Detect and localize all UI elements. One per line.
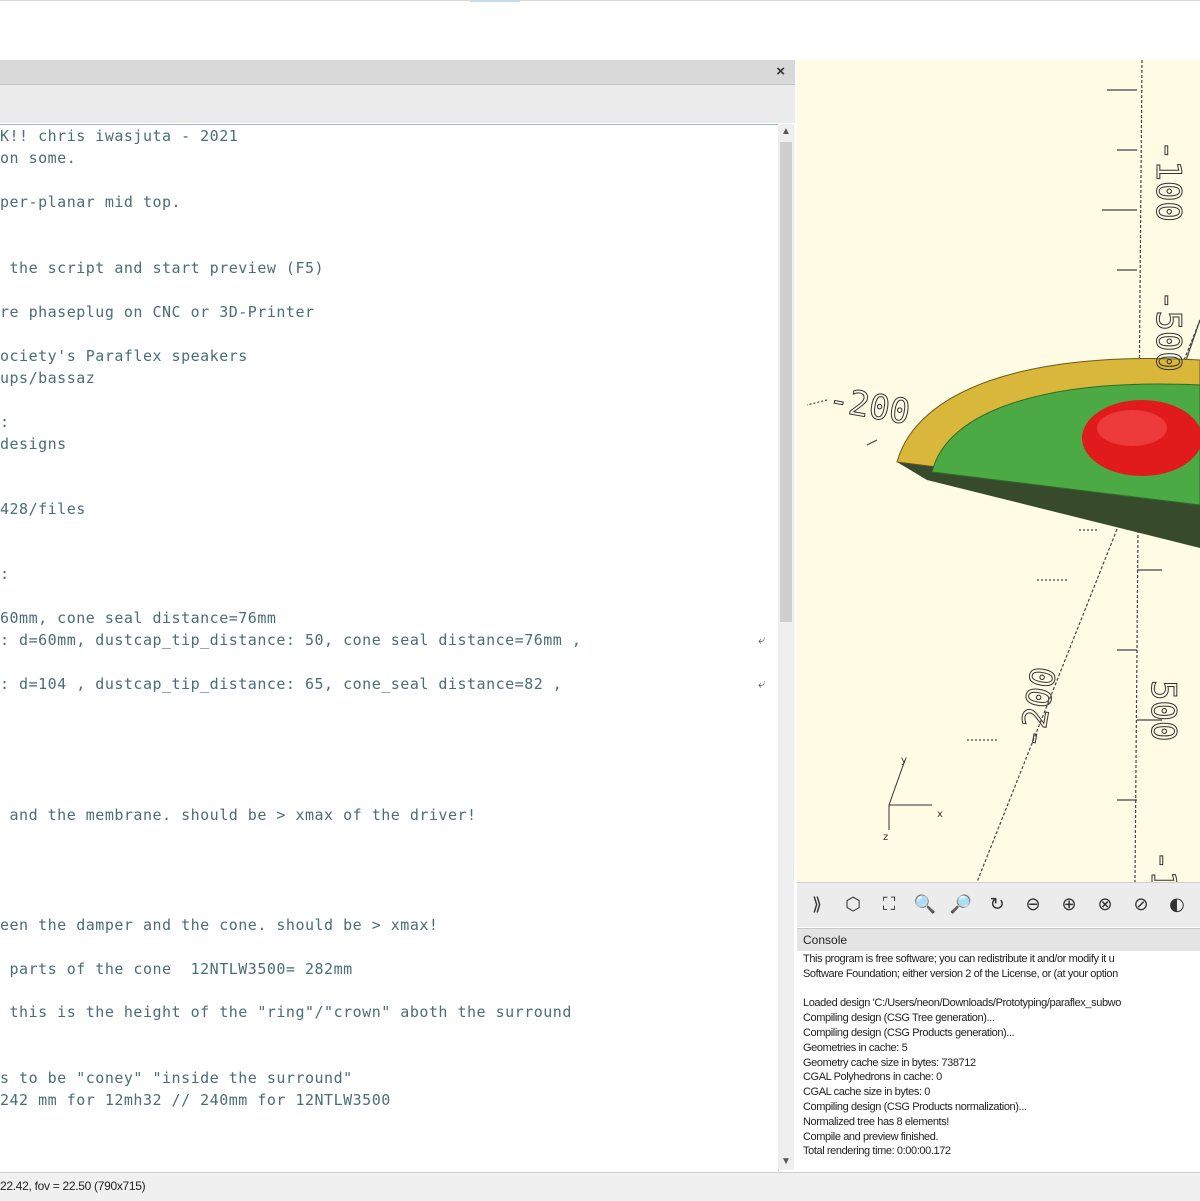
- window-top-strip: [0, 0, 1200, 60]
- preview-icon[interactable]: ⟫: [805, 893, 829, 917]
- axis-label: -100: [1143, 850, 1183, 882]
- status-text: 22.42, fov = 22.50 (790x715): [0, 1179, 146, 1193]
- code-line[interactable]: 60mm, cone seal distance=76mm: [0, 609, 276, 627]
- console-line: Normalized tree has 8 elements!: [803, 1115, 949, 1128]
- top-border: [0, 0, 1200, 1]
- viewport-toolbar: ⟫ ⬡ ⛶ 🔍 🔎 ↻ ⊖ ⊕ ⊗ ⊘ ◐: [797, 882, 1200, 927]
- scrollbar-thumb[interactable]: [780, 142, 792, 622]
- console-line: Compile and preview finished.: [803, 1130, 939, 1143]
- code-line[interactable]: s to be "coney" "inside the surround": [0, 1069, 353, 1087]
- code-line[interactable]: 242 mm for 12mh32 // 240mm for 12NTLW350…: [0, 1091, 391, 1109]
- viewport-canvas: -100 -500 -200 500 -200 -100 y x z: [806, 60, 1200, 882]
- code-line[interactable]: :: [0, 565, 10, 583]
- view-all-icon[interactable]: ⛶: [877, 893, 901, 917]
- code-line[interactable]: this is the height of the "ring"/"crown"…: [0, 1003, 572, 1021]
- 3d-viewport[interactable]: -100 -500 -200 500 -200 -100 y x z: [797, 60, 1200, 882]
- axis-indicator-x: x: [937, 809, 943, 820]
- console-line: Geometries in cache: 5: [803, 1041, 908, 1054]
- console-line: This program is free software; you can r…: [803, 953, 1115, 965]
- editor-toolbar: [0, 85, 795, 123]
- axis-indicator-z: z: [883, 832, 888, 843]
- axis-label: 500: [1143, 680, 1183, 741]
- console-line: Total rendering time: 0:00:00.172: [803, 1145, 951, 1158]
- code-line[interactable]: :: [0, 413, 10, 431]
- code-line[interactable]: parts of the cone 12NTLW3500= 282mm: [0, 960, 353, 978]
- zoom-out-icon[interactable]: 🔎: [949, 893, 973, 917]
- scroll-up-icon[interactable]: ▲: [778, 124, 794, 140]
- line-wrap-icon: ⤶: [758, 633, 766, 648]
- console-line: CGAL cache size in bytes: 0: [803, 1086, 930, 1099]
- code-line[interactable]: 428/files: [0, 500, 86, 518]
- scroll-down-icon[interactable]: ▼: [778, 1154, 794, 1170]
- console-output[interactable]: This program is free software; you can r…: [797, 951, 1200, 1171]
- code-editor[interactable]: K!! chris iwasjuta - 2021 on some. per-pla…: [0, 124, 779, 1171]
- line-wrap-icon: ⤶: [758, 677, 766, 692]
- view-front-icon[interactable]: ◐: [1165, 893, 1189, 917]
- code-line[interactable]: on some.: [0, 149, 76, 167]
- zoom-in-icon[interactable]: 🔍: [913, 893, 937, 917]
- code-line[interactable]: : d=60mm, dustcap_tip_distance: 50, cone…: [0, 631, 581, 649]
- axis-indicator: [888, 759, 932, 830]
- view-left-icon[interactable]: ⊘: [1129, 893, 1153, 917]
- code-line[interactable]: : d=104 , dustcap_tip_distance: 65, cone…: [0, 675, 562, 693]
- code-line[interactable]: designs: [0, 435, 67, 453]
- code-line[interactable]: the script and start preview (F5): [0, 259, 324, 277]
- view-top-icon[interactable]: ⊕: [1057, 893, 1081, 917]
- console-line: Compiling design (CSG Tree generation)..…: [803, 1012, 995, 1025]
- reset-view-icon[interactable]: ↻: [985, 893, 1009, 917]
- axis-label: -200: [1011, 664, 1065, 752]
- console-title: Console: [803, 933, 848, 947]
- console-line: Loaded design 'C:/Users/neon/Downloads/P…: [803, 997, 1121, 1010]
- view-bottom-icon[interactable]: ⊗: [1093, 893, 1117, 917]
- tab-indicator: [470, 0, 520, 2]
- code-line[interactable]: and the membrane. should be > xmax of th…: [0, 806, 477, 824]
- axis-label: -500: [1148, 290, 1188, 372]
- console-line: Compiling design (CSG Products normaliza…: [803, 1101, 1027, 1113]
- axis-label: -200: [825, 379, 913, 433]
- console-line: Software Foundation; either version 2 of…: [803, 967, 1118, 980]
- editor-scrollbar[interactable]: ▲ ▼: [778, 124, 794, 1170]
- close-icon[interactable]: ×: [776, 63, 785, 80]
- code-line[interactable]: ups/bassaz: [0, 369, 95, 387]
- console-line: Geometry cache size in bytes: 738712: [803, 1056, 976, 1069]
- view-right-icon[interactable]: ⊖: [1021, 893, 1045, 917]
- editor-title-bar: ×: [0, 60, 795, 85]
- code-line[interactable]: re phaseplug on CNC or 3D-Printer: [0, 303, 315, 321]
- console-line: Compiling design (CSG Products generatio…: [803, 1027, 1015, 1039]
- console-header: Console: [797, 928, 1200, 952]
- code-line[interactable]: per-planar mid top.: [0, 193, 181, 211]
- code-line[interactable]: een the damper and the cone. should be >…: [0, 916, 438, 934]
- code-line[interactable]: K!! chris iwasjuta - 2021: [0, 127, 238, 145]
- status-bar: 22.42, fov = 22.50 (790x715): [0, 1172, 1200, 1201]
- axis-indicator-y: y: [901, 755, 907, 766]
- code-line[interactable]: ociety's Paraflex speakers: [0, 347, 248, 365]
- axis-label: -100: [1148, 140, 1188, 222]
- console-line: CGAL Polyhedrons in cache: 0: [803, 1071, 942, 1084]
- render-icon[interactable]: ⬡: [841, 893, 865, 917]
